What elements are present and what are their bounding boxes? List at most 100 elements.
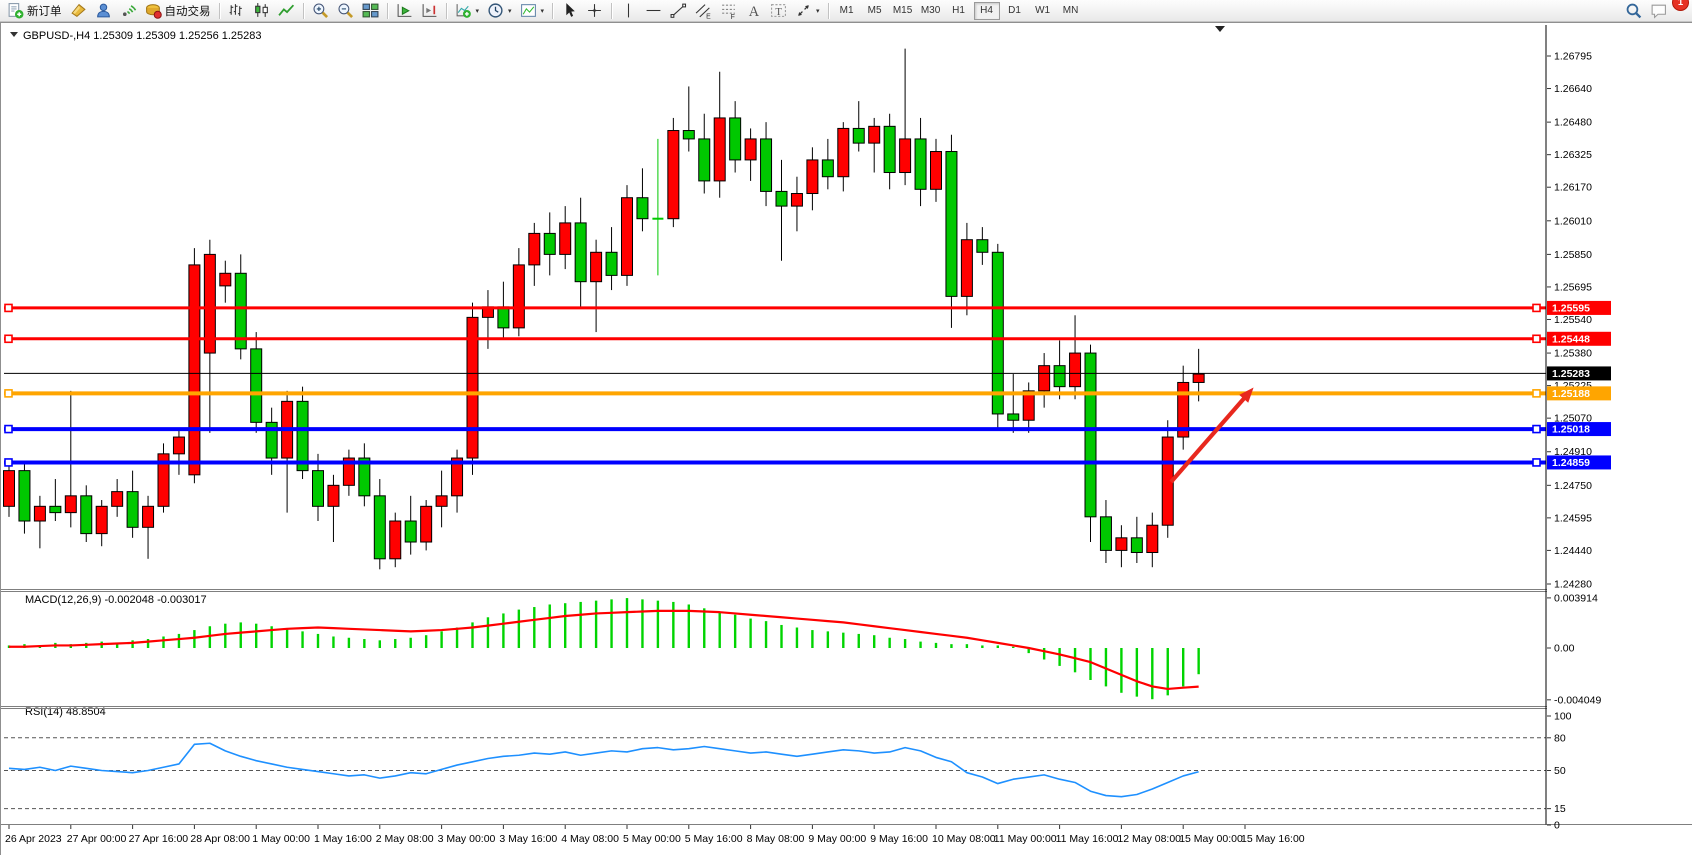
- timeframe-button-M5[interactable]: M5: [862, 2, 888, 20]
- candle-body: [436, 496, 447, 506]
- candle-body: [869, 126, 880, 143]
- candle-body: [1070, 353, 1081, 387]
- chart-canvas[interactable]: MACD(12,26,9) -0.002048 -0.003017RSI(14)…: [1, 23, 1692, 856]
- zoom-in-icon: [312, 2, 329, 19]
- time-tick-label: 5 May 00:00: [623, 833, 681, 845]
- chevron-down-icon: ▾: [476, 7, 480, 15]
- price-axis[interactable]: 1.267951.266401.264801.263251.261701.260…: [1546, 25, 1692, 832]
- candlestick-mode-button[interactable]: [249, 1, 274, 21]
- line-anchor-handle[interactable]: [1533, 459, 1540, 466]
- bar-chart-icon: [228, 2, 245, 19]
- price-tick-label: 1.26325: [1554, 149, 1592, 161]
- alerts-button[interactable]: [66, 1, 91, 21]
- candle-body: [807, 160, 818, 194]
- cursor-button[interactable]: [557, 1, 582, 21]
- timeframe-button-H1[interactable]: H1: [946, 2, 972, 20]
- toolbar-separator: [219, 3, 220, 19]
- tile-windows-button[interactable]: [358, 1, 383, 21]
- text-button[interactable]: A: [741, 1, 766, 21]
- time-tick-label: 11 May 16:00: [1056, 833, 1119, 845]
- toolbar-separator: [303, 3, 304, 19]
- macd-tick-label: -0.004049: [1554, 694, 1601, 706]
- candle-body: [622, 198, 633, 276]
- vertical-line-button[interactable]: [616, 1, 641, 21]
- candle-body: [992, 252, 1003, 414]
- candle-body: [390, 521, 401, 559]
- timeframe-button-W1[interactable]: W1: [1030, 2, 1056, 20]
- timeframe-button-M1[interactable]: M1: [834, 2, 860, 20]
- candle-body: [961, 240, 972, 297]
- fibonacci-button[interactable]: F: [716, 1, 741, 21]
- candle-body: [127, 492, 138, 528]
- line-anchor-handle[interactable]: [5, 459, 12, 466]
- auto-trading-label: 自动交易: [165, 3, 211, 19]
- horizontal-line-button[interactable]: [641, 1, 666, 21]
- zoom-out-icon: [337, 2, 354, 19]
- templates-button[interactable]: ▾: [516, 1, 549, 21]
- equidistant-channel-button[interactable]: E: [691, 1, 716, 21]
- zoom-out-button[interactable]: [333, 1, 358, 21]
- main-toolbar: 新订单自动交易▾▾▾EFAT▾M1M5M15M30H1H4D1W1MN1: [0, 0, 1692, 22]
- fibonacci-icon: F: [720, 2, 737, 19]
- line-anchor-handle[interactable]: [1533, 426, 1540, 433]
- line-anchor-handle[interactable]: [5, 390, 12, 397]
- new-order-icon: [7, 2, 24, 19]
- time-tick-label: 12 May 08:00: [1117, 833, 1181, 845]
- gold-horn-icon: [70, 2, 87, 19]
- auto-scroll-button[interactable]: [392, 1, 417, 21]
- chat-button[interactable]: [1646, 1, 1671, 21]
- crosshair-button[interactable]: [582, 1, 607, 21]
- line-anchor-handle[interactable]: [1533, 304, 1540, 311]
- candle-body: [1131, 538, 1142, 553]
- timeframe-button-M30[interactable]: M30: [918, 2, 944, 20]
- community-button[interactable]: [91, 1, 116, 21]
- zoom-in-button[interactable]: [308, 1, 333, 21]
- bar-chart-mode-button[interactable]: [224, 1, 249, 21]
- chart-window[interactable]: MACD(12,26,9) -0.002048 -0.003017RSI(14)…: [0, 22, 1692, 855]
- time-tick-label: 9 May 00:00: [808, 833, 866, 845]
- candle-body: [1193, 374, 1204, 382]
- candlestick-icon: [253, 2, 270, 19]
- candle-body: [575, 223, 586, 282]
- chart-shift-icon: [421, 2, 438, 19]
- timeframe-button-D1[interactable]: D1: [1002, 2, 1028, 20]
- label-icon: T: [770, 2, 787, 19]
- line-anchor-handle[interactable]: [5, 335, 12, 342]
- signals-button[interactable]: [116, 1, 141, 21]
- text-label-button[interactable]: T: [766, 1, 791, 21]
- new-order-button[interactable]: 新订单: [3, 1, 66, 21]
- chart-shift-button[interactable]: [417, 1, 442, 21]
- time-tick-label: 11 May 00:00: [994, 833, 1057, 845]
- line-chart-mode-button[interactable]: [274, 1, 299, 21]
- trendline-button[interactable]: [666, 1, 691, 21]
- line-anchor-handle[interactable]: [5, 304, 12, 311]
- auto-trading-button[interactable]: 自动交易: [141, 1, 215, 21]
- candle-body: [529, 233, 540, 264]
- timeframe-button-H4[interactable]: H4: [974, 2, 1000, 20]
- timeframe-button-MN[interactable]: MN: [1058, 2, 1084, 20]
- rsi-tick-label: 80: [1554, 732, 1566, 744]
- time-tick-label: 2 May 08:00: [376, 833, 434, 845]
- new-order-label: 新订单: [27, 3, 62, 19]
- periods-button[interactable]: ▾: [483, 1, 516, 21]
- candle-body: [374, 496, 385, 559]
- line-anchor-handle[interactable]: [5, 426, 12, 433]
- price-tick-label: 1.24280: [1554, 579, 1592, 591]
- rsi-tick-label: 15: [1554, 803, 1566, 815]
- line-anchor-handle[interactable]: [1533, 335, 1540, 342]
- time-tick-label: 3 May 00:00: [438, 833, 496, 845]
- toolbar-separator: [446, 3, 447, 19]
- candle-body: [328, 485, 339, 506]
- line-price-badge-label: 1.24859: [1552, 457, 1590, 469]
- timeframe-button-M15[interactable]: M15: [890, 2, 916, 20]
- time-tick-label: 8 May 08:00: [747, 833, 805, 845]
- price-tick-label: 1.24440: [1554, 545, 1592, 557]
- time-tick-label: 28 Apr 08:00: [190, 833, 250, 845]
- indicators-button[interactable]: ▾: [451, 1, 484, 21]
- time-tick-label: 10 May 08:00: [932, 833, 996, 845]
- candle-body: [1039, 366, 1050, 391]
- price-tick-label: 1.26170: [1554, 182, 1592, 194]
- line-anchor-handle[interactable]: [1533, 390, 1540, 397]
- arrows-button[interactable]: ▾: [791, 1, 824, 21]
- search-button[interactable]: [1621, 1, 1646, 21]
